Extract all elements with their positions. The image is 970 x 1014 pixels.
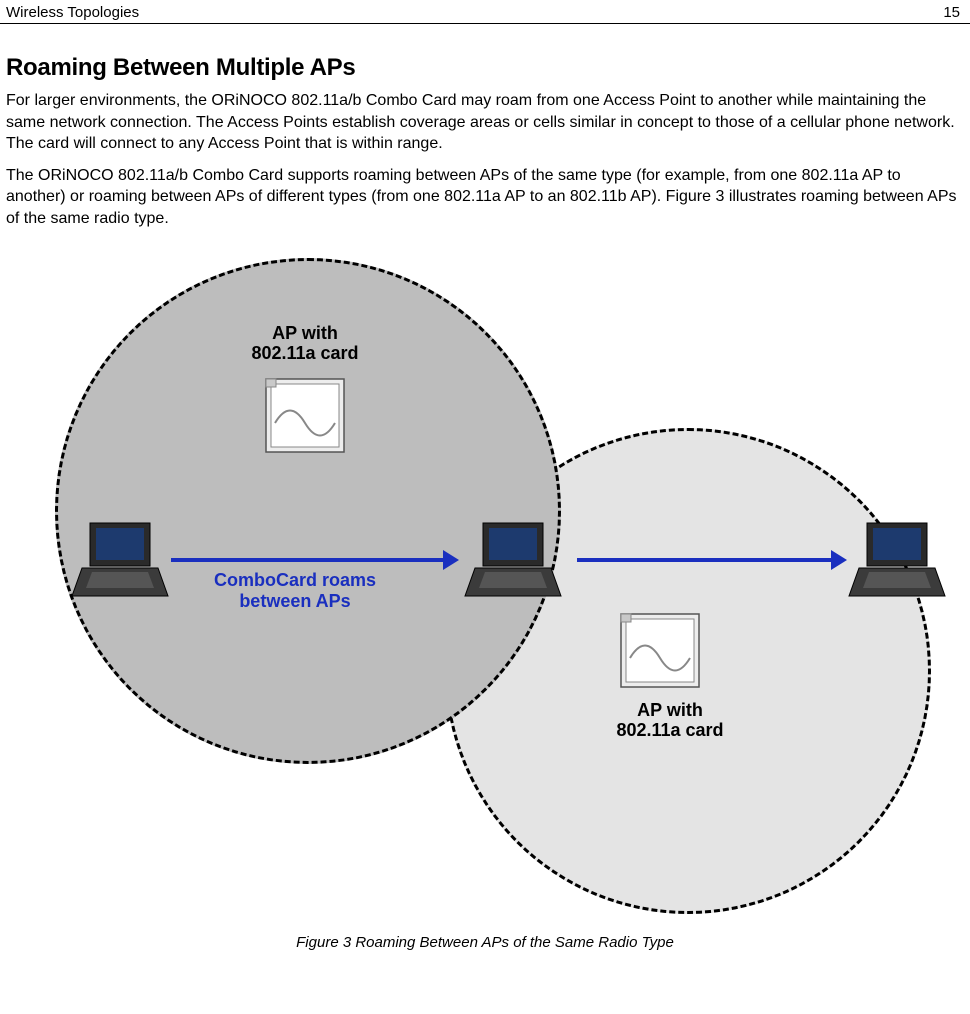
laptop-icon [463, 518, 563, 603]
roaming-arrow-icon [577, 558, 833, 562]
figure-caption: Figure 3 Roaming Between APs of the Same… [6, 934, 964, 951]
roaming-label-line1: ComboCard roams [214, 570, 376, 590]
ap1-label-line2: 802.11a card [251, 343, 358, 363]
page-number: 15 [943, 4, 960, 21]
page-header: Wireless Topologies 15 [0, 0, 970, 24]
roaming-label-line2: between APs [239, 591, 350, 611]
ap2-label: AP with 802.11a card [575, 700, 765, 741]
access-point-icon [260, 373, 350, 458]
ap2-label-line1: AP with [637, 700, 703, 720]
roaming-arrow-icon [171, 558, 445, 562]
laptop-icon [70, 518, 170, 603]
body-paragraph: The ORiNOCO 802.11a/b Combo Card support… [6, 165, 964, 230]
header-title: Wireless Topologies [6, 4, 139, 21]
roaming-label: ComboCard roams between APs [170, 570, 420, 613]
figure-roaming-diagram: AP with 802.11a card ComboCar [15, 248, 955, 928]
section-heading: Roaming Between Multiple APs [6, 54, 964, 82]
ap2-label-line2: 802.11a card [616, 720, 723, 740]
laptop-icon [847, 518, 947, 603]
access-point-icon [615, 608, 705, 693]
body-paragraph: For larger environments, the ORiNOCO 802… [6, 90, 964, 155]
ap1-label-line1: AP with [272, 323, 338, 343]
page-content: Roaming Between Multiple APs For larger … [0, 24, 970, 951]
ap1-label: AP with 802.11a card [210, 323, 400, 364]
